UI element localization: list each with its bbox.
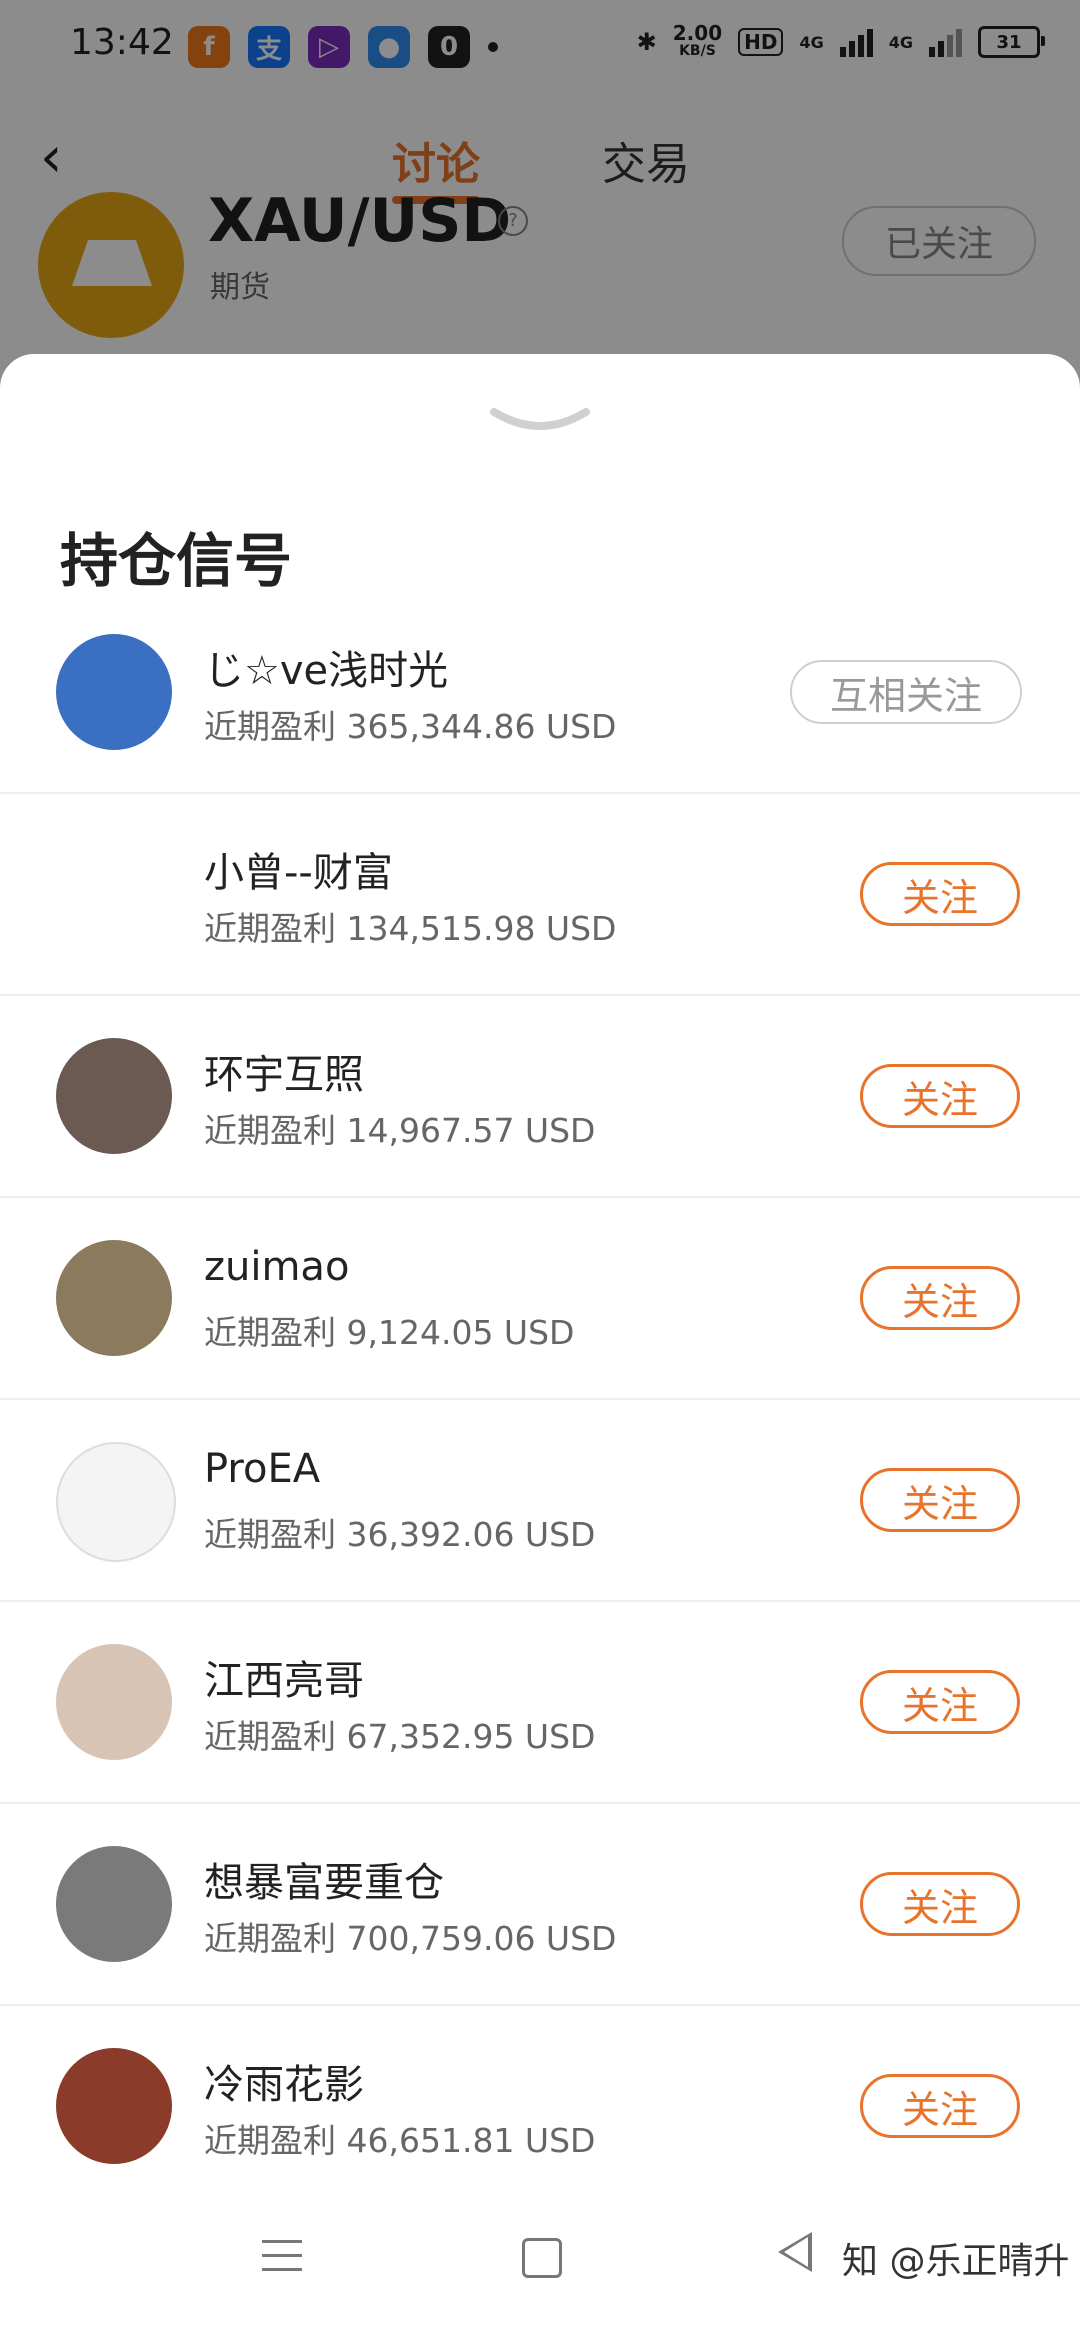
list-item[interactable]: 江西亮哥近期盈利 67,352.95 USD 关注 [0,1602,1080,1804]
recent-profit: 近期盈利 365,344.86 USD [204,707,617,746]
recent-profit: 近期盈利 67,352.95 USD [204,1717,596,1756]
user-name[interactable]: じ☆ve浅时光 [204,638,448,696]
recent-profit: 近期盈利 700,759.06 USD [204,1919,617,1958]
sheet-title: 持仓信号 [60,527,293,595]
list-item[interactable]: 环宇互照近期盈利 14,967.57 USD 关注 [0,996,1080,1198]
user-name[interactable]: 小曾--财富 [204,840,393,898]
recent-profit: 近期盈利 9,124.05 USD [204,1313,575,1352]
avatar[interactable] [56,1442,176,1562]
list-item[interactable]: 冷雨花影近期盈利 46,651.81 USD 关注 [0,2006,1080,2208]
avatar[interactable] [56,836,172,952]
avatar[interactable] [56,1644,172,1760]
user-name[interactable]: 想暴富要重仓 [204,1850,444,1908]
home-icon[interactable] [522,2238,562,2278]
follow-button[interactable]: 关注 [860,1266,1020,1330]
back-triangle-icon[interactable] [778,2232,812,2272]
follow-button[interactable]: 关注 [860,862,1020,926]
avatar[interactable] [56,1240,172,1356]
signal-list: じ☆ve浅时光 近期盈利 365,344.86 USD 互相关注 小曾--财富 近期盈利… [0,592,1080,2208]
recent-profit: 近期盈利 134,515.98 USD [204,909,617,948]
follow-button[interactable]: 关注 [860,1468,1020,1532]
list-item[interactable]: zuimao 近期盈利 9,124.05 USD 关注 [0,1198,1080,1400]
avatar[interactable] [56,1038,172,1154]
collapse-chevron-icon[interactable] [490,406,590,436]
follow-button[interactable]: 关注 [860,1872,1020,1936]
user-name[interactable]: ProEA [204,1446,320,1492]
follow-button[interactable]: 关注 [860,1064,1020,1128]
user-name[interactable]: 冷雨花影 [204,2052,364,2110]
follow-button[interactable]: 关注 [860,2074,1020,2138]
avatar[interactable] [56,1846,172,1962]
position-signals-sheet: 持仓信号 じ☆ve浅时光近期盈利 365,344.86 USD 互相关注小曾--财… [0,354,1080,2340]
list-item[interactable]: じ☆ve浅时光近期盈利 365,344.86 USD 互相关注 [0,592,1080,794]
user-name[interactable]: 环宇互照 [204,1042,364,1100]
recent-profit: 近期盈利 36,392.06 USD [204,1515,596,1554]
recent-profit: 近期盈利 14,967.57 USD [204,1111,596,1150]
list-item[interactable]: ProEA 近期盈利 36,392.06 USD 关注 [0,1400,1080,1602]
mutual-follow-button[interactable]: 互相关注 [790,660,1022,724]
list-item[interactable]: 想暴富要重仓近期盈利 700,759.06 USD 关注 [0,1804,1080,2006]
avatar[interactable] [56,634,172,750]
watermark: 知 @乐正晴升 [842,2241,1070,2282]
system-nav-bar: 知 @乐正晴升 [0,2190,1080,2340]
user-name[interactable]: 江西亮哥 [204,1648,364,1706]
user-name[interactable]: zuimao [204,1244,349,1290]
menu-icon[interactable] [262,2240,302,2282]
avatar[interactable] [56,2048,172,2164]
follow-button[interactable]: 关注 [860,1670,1020,1734]
recent-profit: 近期盈利 46,651.81 USD [204,2121,596,2160]
list-item[interactable]: 小曾--财富近期盈利 134,515.98 USD 关注 [0,794,1080,996]
